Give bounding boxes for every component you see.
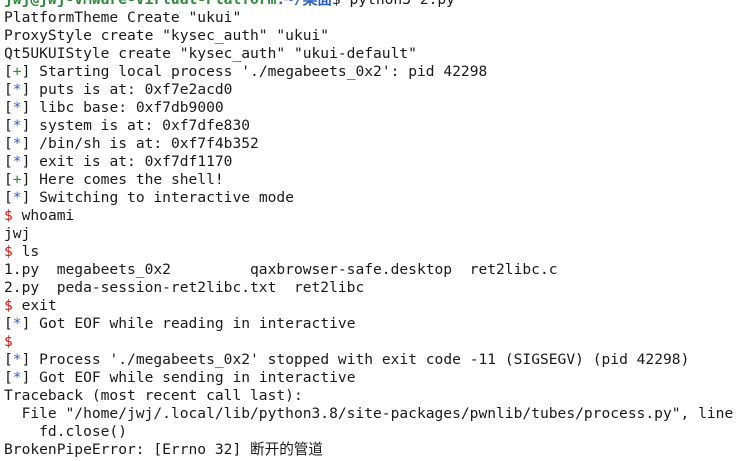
status-line: [*] Got EOF while sending in interactive xyxy=(4,369,356,386)
status-text: Process './megabeets_0x2' stopped with e… xyxy=(30,351,690,368)
info-star-icon: * xyxy=(12,351,22,368)
prompt-path: :~/桌面 xyxy=(276,0,332,8)
success-plus-icon: + xyxy=(12,171,22,188)
status-text: Switching to interactive mode xyxy=(30,189,294,206)
output-line: ProxyStyle create "kysec_auth" "ukui" xyxy=(4,27,330,44)
info-star-icon: * xyxy=(12,81,22,98)
shell-prompt-line: $ ls xyxy=(4,243,736,261)
status-text: Got EOF while reading in interactive xyxy=(30,315,356,332)
info-star-icon: * xyxy=(12,153,22,170)
shell-dollar: $ xyxy=(4,207,13,224)
info-star-icon: * xyxy=(12,189,22,206)
output-line: Qt5UKUIStyle create "kysec_auth" "ukui-d… xyxy=(4,45,417,62)
output-line: jwj xyxy=(4,225,31,242)
status-line: [*] libc base: 0xf7db9000 xyxy=(4,99,224,116)
info-star-icon: * xyxy=(12,117,22,134)
status-line: [+] Starting local process './megabeets_… xyxy=(4,63,488,80)
prompt-symbol: $ xyxy=(332,0,341,8)
shell-command: whoami xyxy=(12,207,75,224)
shell-dollar: $ xyxy=(4,333,13,350)
output-line: 1.py megabeets_0x2 qaxbrowser-safe.deskt… xyxy=(4,261,558,278)
traceback-line: File "/home/jwj/.local/lib/python3.8/sit… xyxy=(4,405,734,422)
shell-dollar: $ xyxy=(4,297,13,314)
status-text: exit is at: 0xf7df1170 xyxy=(30,153,233,170)
status-line: [*] puts is at: 0xf7e2acd0 xyxy=(4,81,233,98)
info-star-icon: * xyxy=(12,99,22,116)
status-line: [*] Switching to interactive mode xyxy=(4,189,294,206)
status-line: [*] exit is at: 0xf7df1170 xyxy=(4,153,233,170)
shell-command: exit xyxy=(12,297,57,314)
shell-command: ls xyxy=(12,243,40,260)
terminal-window[interactable]: jwj@jwj-VMware-Virtual-Platform:~/桌面$ py… xyxy=(0,0,736,461)
shell-prompt-line: $ exit xyxy=(4,297,736,315)
status-line: [*] system is at: 0xf7dfe830 xyxy=(4,117,251,134)
info-star-icon: * xyxy=(12,315,22,332)
traceback-line: Traceback (most recent call last): xyxy=(4,387,303,404)
status-text: Got EOF while sending in interactive xyxy=(30,369,356,386)
shell-dollar: $ xyxy=(4,243,13,260)
success-plus-icon: + xyxy=(12,63,22,80)
shell-prompt-line: $ whoami xyxy=(4,207,736,225)
info-star-icon: * xyxy=(12,135,22,152)
shell-prompt-line: $ xyxy=(4,333,736,351)
prompt-user-host: jwj@jwj-VMware-Virtual-Platform xyxy=(4,0,276,8)
status-line: [+] Here comes the shell! xyxy=(4,171,224,188)
status-text: Here comes the shell! xyxy=(30,171,224,188)
status-text: puts is at: 0xf7e2acd0 xyxy=(30,81,233,98)
status-line: [*] Got EOF while reading in interactive xyxy=(4,315,356,332)
traceback-line: fd.close() xyxy=(4,423,128,440)
status-text: Starting local process './megabeets_0x2'… xyxy=(30,63,488,80)
status-text: /bin/sh is at: 0xf7f4b352 xyxy=(30,135,259,152)
status-text: libc base: 0xf7db9000 xyxy=(30,99,224,116)
prompt-line: jwj@jwj-VMware-Virtual-Platform:~/桌面$ py… xyxy=(4,0,736,9)
error-line: BrokenPipeError: [Errno 32] 断开的管道 xyxy=(4,441,323,458)
status-line: [*] /bin/sh is at: 0xf7f4b352 xyxy=(4,135,259,152)
output-line: PlatformTheme Create "ukui" xyxy=(4,9,242,26)
info-star-icon: * xyxy=(12,369,22,386)
output-line: 2.py peda-session-ret2libc.txt ret2libc xyxy=(4,279,365,296)
status-line: [*] Process './megabeets_0x2' stopped wi… xyxy=(4,351,690,368)
status-text: system is at: 0xf7dfe830 xyxy=(30,117,251,134)
prompt-command: python3 2.py xyxy=(341,0,455,8)
